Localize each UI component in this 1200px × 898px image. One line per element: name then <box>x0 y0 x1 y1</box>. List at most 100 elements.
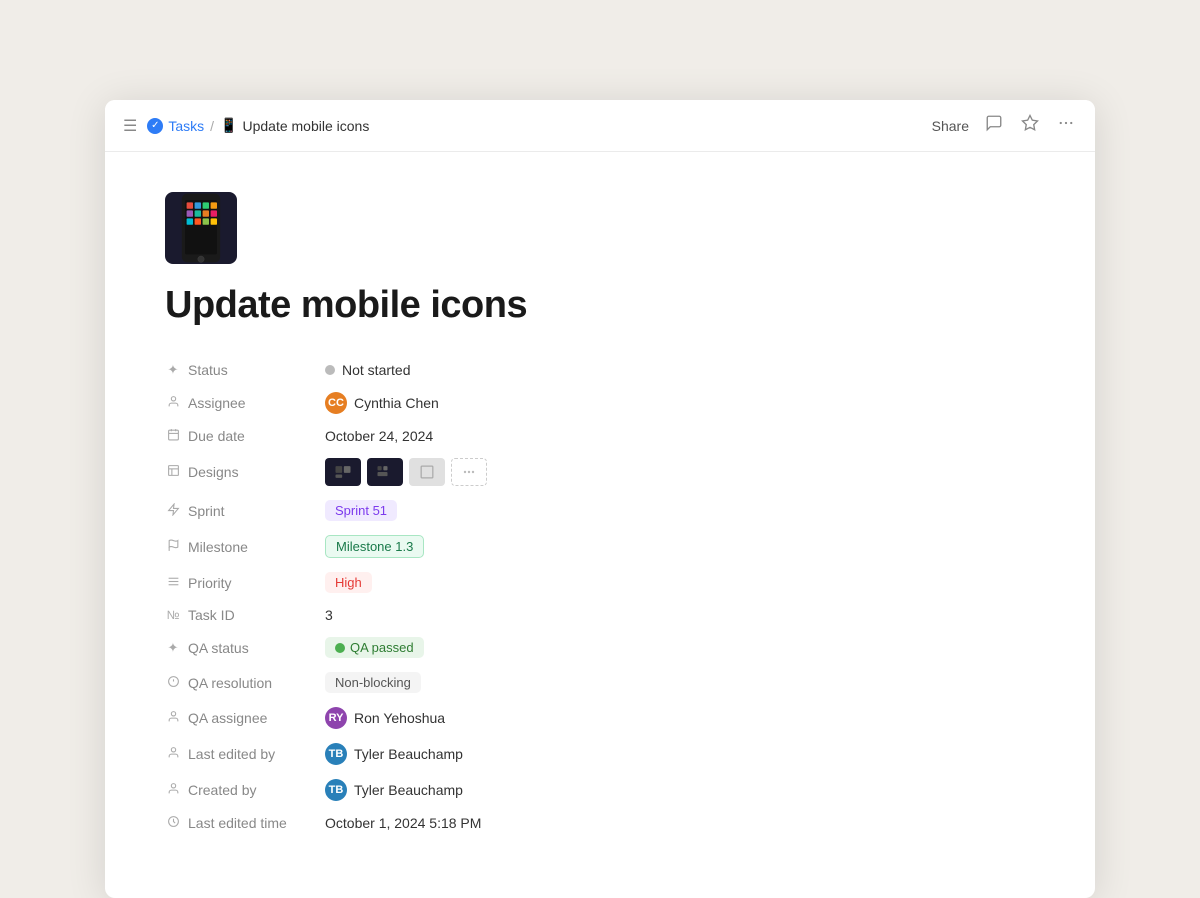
qa-assignee-avatar: RY <box>325 707 347 729</box>
prop-value-due-date[interactable]: October 24, 2024 <box>325 428 433 444</box>
sprint-tag[interactable]: Sprint 51 <box>325 500 397 521</box>
status-value: Not started <box>342 362 410 378</box>
assignee-field-icon <box>165 395 181 411</box>
prop-value-designs <box>325 458 487 486</box>
qa-assignee-value: Ron Yehoshua <box>354 710 445 726</box>
prop-created-by: Created by TB Tyler Beauchamp <box>165 772 1035 808</box>
page-icon-small: 📱 <box>220 117 237 134</box>
priority-field-icon <box>165 575 181 591</box>
status-field-icon: ✦ <box>165 362 181 378</box>
prop-value-priority[interactable]: High <box>325 572 372 593</box>
page-title: Update mobile icons <box>165 284 1035 327</box>
prop-label-sprint: Sprint <box>165 503 325 519</box>
qa-assignee-label: QA assignee <box>188 710 267 726</box>
prop-label-assignee: Assignee <box>165 395 325 411</box>
created-by-field-icon <box>165 782 181 798</box>
breadcrumb-separator: / <box>210 118 214 134</box>
prop-label-last-edited-time: Last edited time <box>165 815 325 831</box>
prop-value-status[interactable]: Not started <box>325 362 410 378</box>
share-button[interactable]: Share <box>932 118 969 134</box>
due-date-label: Due date <box>188 428 245 444</box>
created-by-value: Tyler Beauchamp <box>354 782 463 798</box>
qa-assignee-field-icon <box>165 710 181 726</box>
qa-resolution-tag[interactable]: Non-blocking <box>325 672 421 693</box>
prop-label-last-edited-by: Last edited by <box>165 746 325 762</box>
prop-priority: Priority High <box>165 565 1035 600</box>
tasks-check-icon: ✓ <box>147 118 163 134</box>
milestone-tag[interactable]: Milestone 1.3 <box>325 535 424 558</box>
last-edited-by-avatar: TB <box>325 743 347 765</box>
due-date-field-icon <box>165 428 181 444</box>
topbar-right: Share <box>932 112 1077 139</box>
sprint-label: Sprint <box>188 503 225 519</box>
assignee-label: Assignee <box>188 395 246 411</box>
prop-status: ✦ Status Not started <box>165 355 1035 385</box>
qa-status-tag[interactable]: QA passed <box>325 637 424 658</box>
prop-label-milestone: Milestone <box>165 539 325 555</box>
prop-value-assignee[interactable]: CC Cynthia Chen <box>325 392 439 414</box>
designs-field-icon <box>165 464 181 480</box>
page-content: Update mobile icons ✦ Status Not started <box>105 152 1095 898</box>
qa-status-label: QA status <box>188 640 249 656</box>
prop-assignee: Assignee CC Cynthia Chen <box>165 385 1035 421</box>
topbar-left: ☰ ✓ Tasks / 📱 Update mobile icons <box>123 116 369 136</box>
prop-value-task-id[interactable]: 3 <box>325 607 333 623</box>
last-edited-by-value: Tyler Beauchamp <box>354 746 463 762</box>
task-id-value: 3 <box>325 607 333 623</box>
menu-icon[interactable]: ☰ <box>123 116 137 136</box>
milestone-label: Milestone <box>188 539 248 555</box>
prop-sprint: Sprint Sprint 51 <box>165 493 1035 528</box>
design-thumb-2[interactable] <box>367 458 403 486</box>
prop-label-qa-status: ✦ QA status <box>165 640 325 656</box>
prop-label-qa-resolution: QA resolution <box>165 675 325 691</box>
priority-tag[interactable]: High <box>325 572 372 593</box>
design-thumb-3[interactable] <box>409 458 445 486</box>
qa-resolution-label: QA resolution <box>188 675 272 691</box>
prop-qa-resolution: QA resolution Non-blocking <box>165 665 1035 700</box>
prop-value-milestone[interactable]: Milestone 1.3 <box>325 535 424 558</box>
main-window: ☰ ✓ Tasks / 📱 Update mobile icons Share <box>105 100 1095 898</box>
prop-last-edited-by: Last edited by TB Tyler Beauchamp <box>165 736 1035 772</box>
prop-label-due-date: Due date <box>165 428 325 444</box>
task-id-label: Task ID <box>188 607 235 623</box>
prop-label-priority: Priority <box>165 575 325 591</box>
prop-qa-assignee: QA assignee RY Ron Yehoshua <box>165 700 1035 736</box>
due-date-value: October 24, 2024 <box>325 428 433 444</box>
prop-value-last-edited-by[interactable]: TB Tyler Beauchamp <box>325 743 463 765</box>
prop-value-qa-assignee[interactable]: RY Ron Yehoshua <box>325 707 445 729</box>
prop-label-designs: Designs <box>165 464 325 480</box>
properties-section: ✦ Status Not started Assignee CC <box>165 355 1035 838</box>
breadcrumb: ✓ Tasks / 📱 Update mobile icons <box>147 117 369 134</box>
design-thumb-1[interactable] <box>325 458 361 486</box>
breadcrumb-tasks[interactable]: ✓ Tasks <box>147 118 204 134</box>
prop-value-last-edited-time[interactable]: October 1, 2024 5:18 PM <box>325 815 481 831</box>
qa-status-dot <box>335 643 345 653</box>
qa-status-field-icon: ✦ <box>165 640 181 656</box>
prop-value-sprint[interactable]: Sprint 51 <box>325 500 397 521</box>
last-edited-time-field-icon <box>165 815 181 831</box>
star-button[interactable] <box>1019 112 1041 139</box>
prop-value-qa-status[interactable]: QA passed <box>325 637 424 658</box>
comment-button[interactable] <box>983 112 1005 139</box>
prop-label-created-by: Created by <box>165 782 325 798</box>
prop-value-created-by[interactable]: TB Tyler Beauchamp <box>325 779 463 801</box>
prop-due-date: Due date October 24, 2024 <box>165 421 1035 451</box>
prop-label-qa-assignee: QA assignee <box>165 710 325 726</box>
prop-task-id: № Task ID 3 <box>165 600 1035 630</box>
page-emoji[interactable] <box>165 192 237 264</box>
designs-label: Designs <box>188 464 239 480</box>
topbar: ☰ ✓ Tasks / 📱 Update mobile icons Share <box>105 100 1095 152</box>
prop-value-qa-resolution[interactable]: Non-blocking <box>325 672 421 693</box>
last-edited-by-label: Last edited by <box>188 746 275 762</box>
last-edited-by-field-icon <box>165 746 181 762</box>
prop-label-task-id: № Task ID <box>165 607 325 623</box>
task-id-field-icon: № <box>165 608 181 622</box>
status-label: Status <box>188 362 228 378</box>
assignee-value: Cynthia Chen <box>354 395 439 411</box>
design-thumb-add[interactable] <box>451 458 487 486</box>
assignee-avatar: CC <box>325 392 347 414</box>
qa-resolution-field-icon <box>165 675 181 691</box>
tasks-label: Tasks <box>168 118 204 134</box>
created-by-label: Created by <box>188 782 256 798</box>
more-button[interactable] <box>1055 112 1077 139</box>
